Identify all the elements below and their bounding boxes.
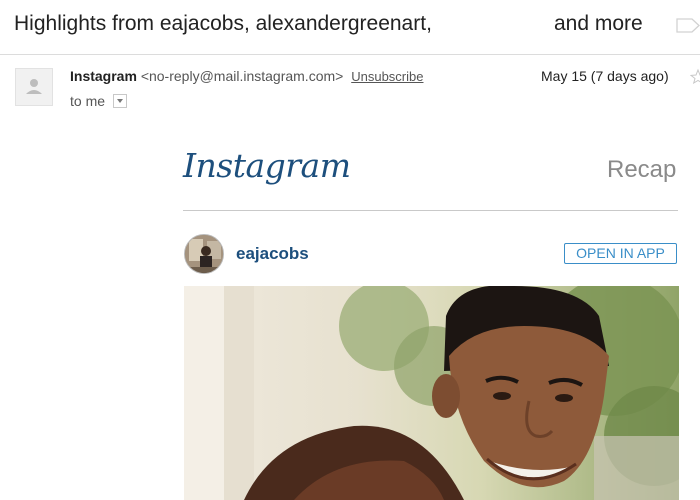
post-author-avatar[interactable] bbox=[184, 234, 224, 274]
sender-line: Instagram <no-reply@mail.instagram.com> … bbox=[70, 68, 423, 84]
post-username[interactable]: eajacobs bbox=[236, 244, 309, 264]
email-date: May 15 (7 days ago) bbox=[541, 68, 669, 84]
sender-avatar bbox=[15, 68, 53, 106]
email-subject: Highlights from eajacobs, alexandergreen… bbox=[14, 12, 432, 35]
unsubscribe-link[interactable]: Unsubscribe bbox=[351, 69, 423, 84]
person-icon bbox=[26, 79, 42, 94]
sender-email: <no-reply@mail.instagram.com> bbox=[140, 68, 344, 84]
email-subject-continued: and more bbox=[554, 12, 643, 35]
post-photo[interactable] bbox=[184, 286, 679, 500]
label-icon[interactable] bbox=[676, 18, 700, 33]
instagram-logo: Instagram bbox=[183, 146, 351, 185]
avatar-photo bbox=[185, 235, 223, 273]
recap-label: Recap bbox=[607, 156, 677, 183]
photo-image bbox=[184, 286, 679, 500]
open-in-app-button[interactable]: OPEN IN APP bbox=[564, 243, 677, 264]
divider bbox=[183, 210, 678, 211]
email-subject-bar: Highlights from eajacobs, alexandergreen… bbox=[0, 0, 700, 55]
chevron-down-icon[interactable] bbox=[112, 94, 127, 108]
star-icon[interactable] bbox=[690, 68, 700, 84]
recipient-label: to me bbox=[70, 93, 106, 109]
recipient-line: to me bbox=[70, 93, 127, 109]
sender-name[interactable]: Instagram bbox=[70, 68, 137, 84]
